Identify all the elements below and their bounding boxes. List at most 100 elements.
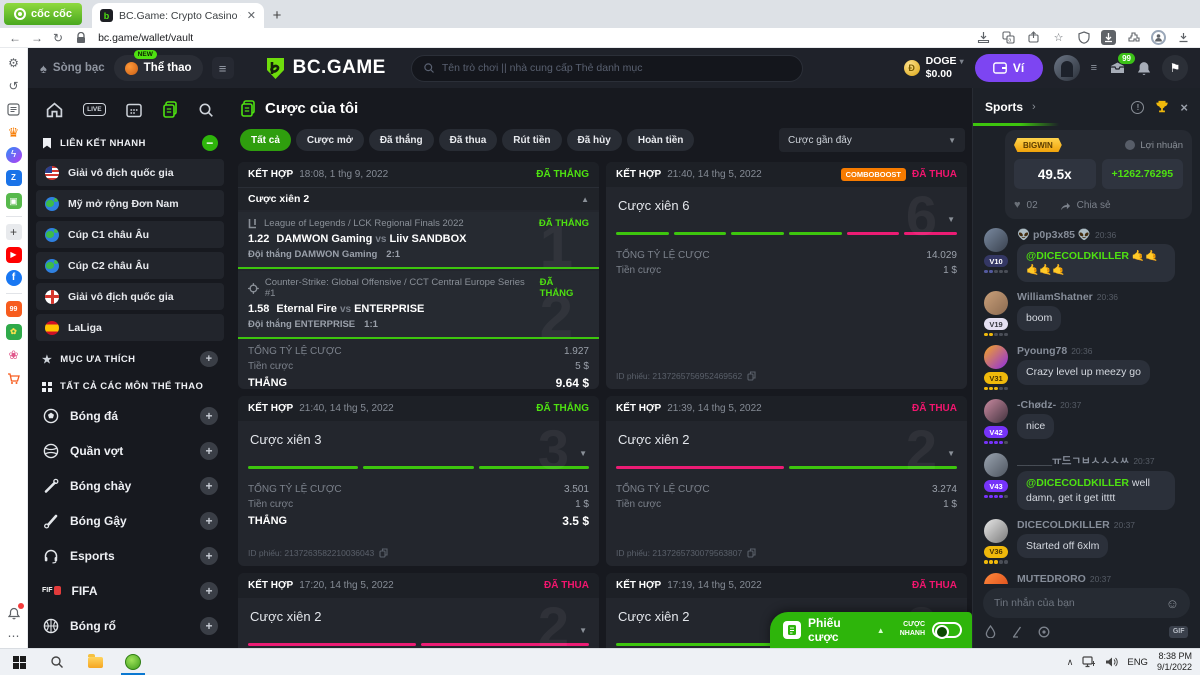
collapse-quick-links-button[interactable]: −: [202, 135, 218, 151]
bet-title-row[interactable]: Cược xiên 2 ▲: [238, 187, 599, 210]
facebook-icon[interactable]: f: [5, 270, 22, 286]
shopping-cart-icon[interactable]: [6, 370, 22, 386]
shop-badge-icon[interactable]: 99: [5, 301, 22, 317]
bigwin-share-card[interactable]: BIGWIN Lợi nhuận 49.5x +1262.76295 ♥ 02: [1005, 130, 1192, 219]
collapse-menu-icon[interactable]: ≡: [211, 57, 234, 79]
quick-link-item[interactable]: Mỹ mở rộng Đơn Nam: [36, 190, 224, 217]
games-gamepad-icon[interactable]: ▣: [5, 193, 22, 209]
chat-input[interactable]: Tin nhắn của bạn ☺: [983, 588, 1190, 618]
flower-icon[interactable]: ❀: [6, 347, 22, 363]
downloads-icon[interactable]: [1176, 30, 1191, 45]
nav-sports[interactable]: NEW Thể thao: [113, 50, 203, 81]
expand-fifa-button[interactable]: +: [200, 581, 218, 600]
live-icon[interactable]: LIVE: [83, 103, 106, 116]
reload-icon[interactable]: ↻: [53, 32, 63, 44]
chevron-down-icon[interactable]: ▼: [579, 449, 587, 458]
wallet-button[interactable]: Ví: [974, 54, 1043, 82]
filter-open[interactable]: Cược mở: [295, 129, 364, 151]
back-icon[interactable]: ←: [9, 32, 21, 44]
copy-icon[interactable]: [379, 548, 388, 558]
share-icon[interactable]: [1060, 200, 1071, 211]
game-search-input[interactable]: Tên trò chơi || nhà cung cấp Thẻ danh mụ…: [410, 54, 803, 82]
speaker-icon[interactable]: [1105, 656, 1119, 668]
close-chat-icon[interactable]: ×: [1180, 100, 1188, 115]
sidebar-item-tennis[interactable]: Quần vợt +: [28, 433, 232, 468]
quick-link-item[interactable]: Giải vô địch quốc gia: [36, 283, 224, 310]
chat-rules-info-icon[interactable]: !: [1131, 100, 1145, 114]
my-bets-icon[interactable]: [162, 101, 178, 118]
trophy-icon[interactable]: [1155, 100, 1169, 114]
filter-refund[interactable]: Hoàn tiền: [626, 129, 695, 151]
chat-toggle-button[interactable]: ⚑: [1162, 55, 1188, 81]
zalo-icon[interactable]: Z: [5, 170, 22, 186]
avatar[interactable]: [984, 228, 1008, 252]
tab-close-icon[interactable]: ✕: [247, 9, 256, 22]
sidebar-item-fifa[interactable]: FIF FIFA +: [28, 573, 232, 608]
avatar[interactable]: [984, 399, 1008, 424]
chevron-up-icon[interactable]: ▲: [877, 626, 885, 635]
filter-cancelled[interactable]: Đã hủy: [566, 129, 622, 151]
taskbar-search-button[interactable]: [38, 649, 76, 675]
quick-link-item[interactable]: Cúp C2 châu Âu: [36, 252, 224, 279]
chevron-up-icon[interactable]: ▲: [581, 195, 589, 204]
translate-icon[interactable]: a: [1001, 30, 1016, 45]
search-sports-icon[interactable]: [198, 102, 214, 118]
bet-title-row[interactable]: Cược xiên 6 6 ▼: [606, 187, 967, 244]
sidebar-item-baseball[interactable]: Bóng chày +: [28, 468, 232, 503]
sort-dropdown[interactable]: Cược gần đây ▼: [779, 128, 965, 152]
gif-icon[interactable]: GIF: [1169, 625, 1188, 638]
more-dots-icon[interactable]: ⋯: [6, 628, 22, 644]
avatar[interactable]: [984, 345, 1008, 370]
avatar[interactable]: [984, 518, 1008, 543]
history-icon[interactable]: ↺: [6, 78, 22, 94]
filter-lost[interactable]: Đã thua: [438, 129, 498, 151]
balance-selector[interactable]: Ð DOGE ▾ $0.00: [903, 55, 964, 80]
sidebar-item-esports[interactable]: Esports +: [28, 538, 232, 573]
tray-chevron-icon[interactable]: ∧: [1067, 657, 1074, 668]
new-tab-button[interactable]: +: [264, 3, 290, 27]
user-menu-icon[interactable]: ≡: [1091, 62, 1098, 74]
url-text[interactable]: bc.game/wallet/vault: [98, 32, 193, 44]
nav-casino[interactable]: ♠ Sòng bạc: [40, 61, 105, 76]
youtube-icon[interactable]: ▶: [5, 247, 22, 263]
avatar[interactable]: [984, 291, 1008, 316]
browser-tab[interactable]: b BC.Game: Crypto Casino Gam ✕: [91, 3, 264, 28]
emoji-icon[interactable]: ☺: [1166, 596, 1179, 611]
language-indicator[interactable]: ENG: [1127, 657, 1148, 668]
profile-avatar-icon[interactable]: [1151, 30, 1166, 45]
bet-slip-fab[interactable]: Phiếu cược ▲ CƯỢC NHANH: [770, 612, 972, 648]
chevron-down-icon[interactable]: ▼: [579, 626, 587, 635]
add-favorite-button[interactable]: +: [200, 351, 218, 367]
shield-icon[interactable]: [1076, 30, 1091, 45]
quick-bet-toggle[interactable]: [932, 622, 962, 639]
bcgame-logo[interactable]: BC.GAME: [265, 57, 386, 80]
avatar[interactable]: [984, 572, 1008, 584]
forward-icon[interactable]: →: [31, 32, 43, 44]
extensions-puzzle-icon[interactable]: [1126, 30, 1141, 45]
chevron-down-icon[interactable]: ▼: [947, 449, 955, 458]
sidebar-item-football[interactable]: Bóng đá +: [28, 398, 232, 433]
bell-icon[interactable]: [1137, 61, 1151, 76]
expand-esports-button[interactable]: +: [200, 546, 218, 565]
start-button[interactable]: [0, 649, 38, 675]
rules-icon[interactable]: [1011, 626, 1023, 638]
filter-all[interactable]: Tất cả: [240, 129, 291, 151]
copy-icon[interactable]: [747, 371, 756, 381]
tip-coin-icon[interactable]: [1038, 626, 1050, 638]
quick-link-item[interactable]: Cúp C1 châu Âu: [36, 221, 224, 248]
chevron-down-icon[interactable]: ▼: [947, 215, 955, 224]
expand-tennis-button[interactable]: +: [200, 441, 218, 460]
expand-cricket-button[interactable]: +: [200, 511, 218, 530]
quick-link-item[interactable]: Giải vô địch quốc gia: [36, 159, 224, 186]
clock[interactable]: 8:38 PM 9/1/2022: [1157, 651, 1192, 674]
home-icon[interactable]: [46, 102, 63, 118]
network-icon[interactable]: [1082, 656, 1096, 668]
expand-football-button[interactable]: +: [200, 406, 218, 425]
notifications-bell-icon[interactable]: [6, 603, 24, 621]
promo-icon[interactable]: ✿: [5, 324, 22, 340]
quick-link-item[interactable]: LaLiga: [36, 314, 224, 341]
bookmark-star-icon[interactable]: ☆: [1051, 30, 1066, 45]
rain-icon[interactable]: [985, 625, 996, 638]
filter-cashout[interactable]: Rút tiền: [502, 129, 562, 151]
like-icon[interactable]: ♥: [1014, 199, 1021, 211]
